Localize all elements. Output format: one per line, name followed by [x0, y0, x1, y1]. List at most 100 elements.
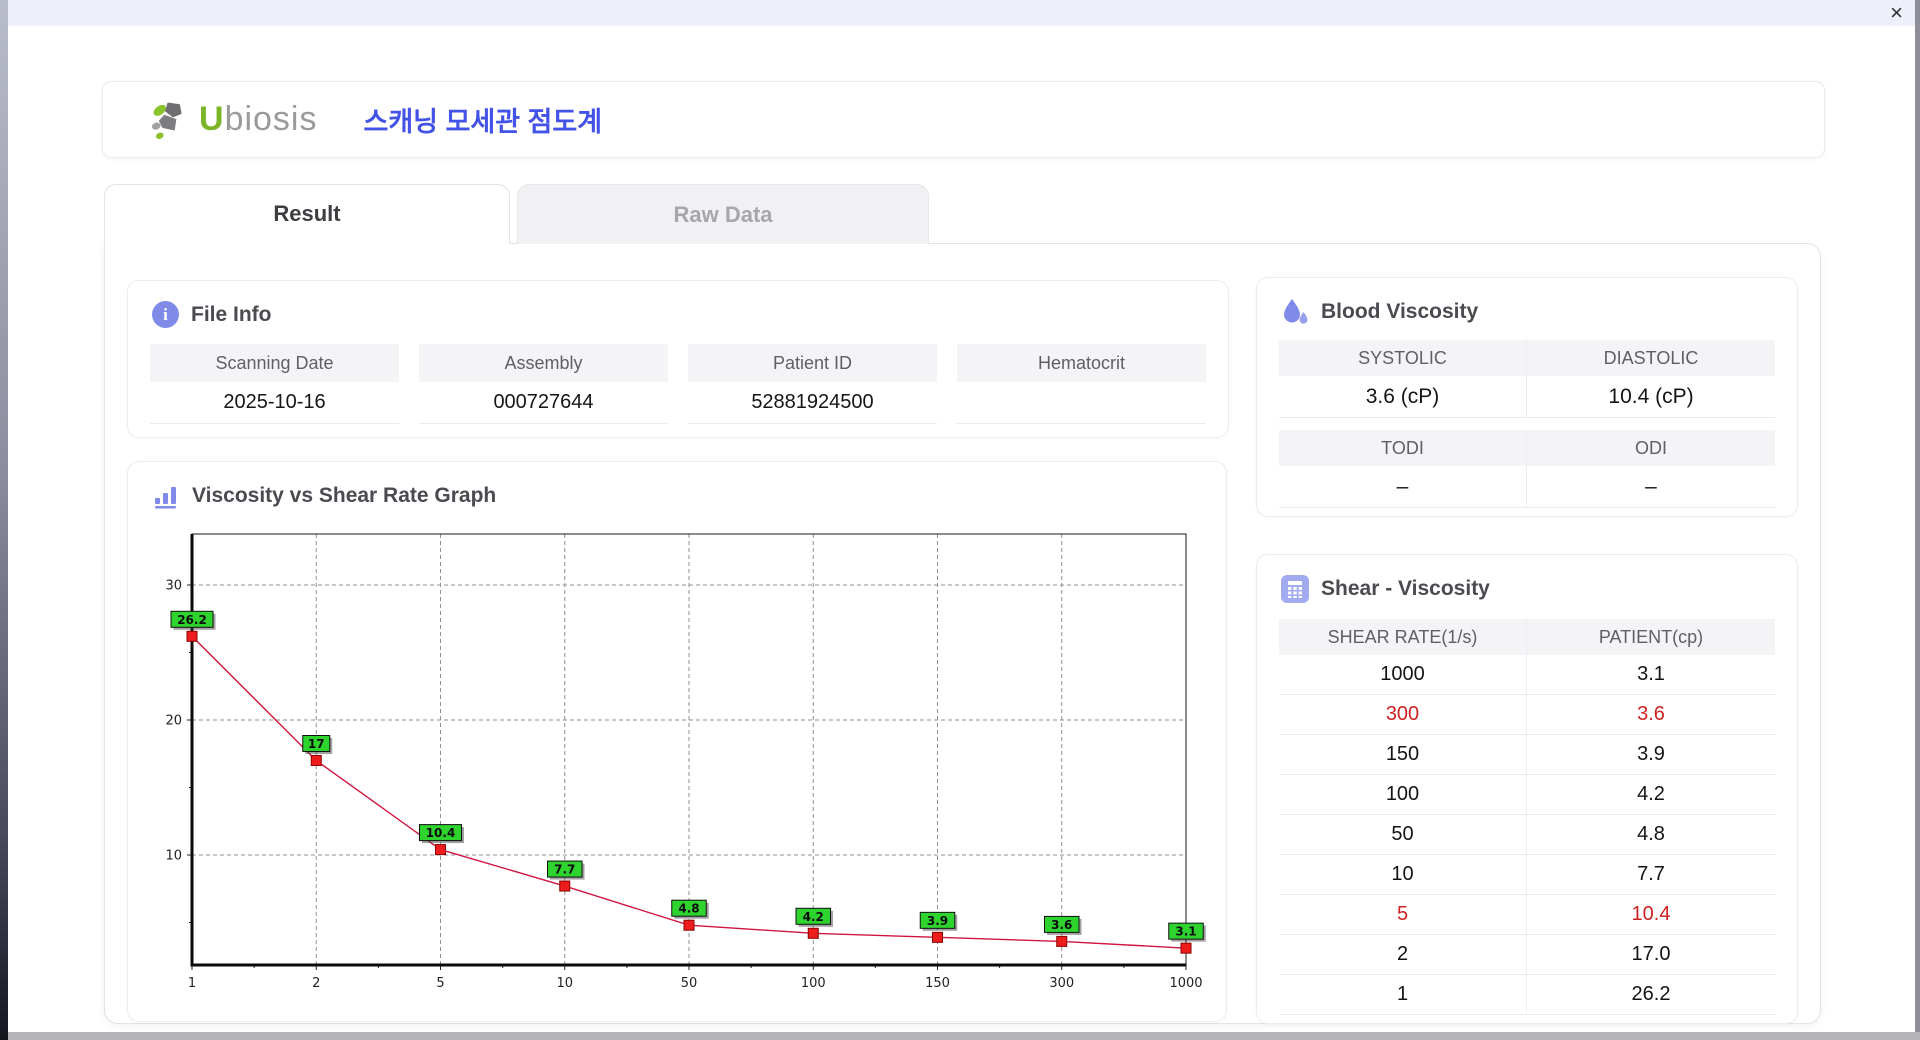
viscosity-chart: 1 2 5 10 50 100 150 300 1000 10 20 30 26.2 17 10.4 7.7 4… [165, 533, 1206, 991]
svg-text:30: 30 [165, 579, 182, 594]
svg-text:10: 10 [556, 976, 573, 991]
field-value: 52881924500 [688, 382, 937, 424]
svg-text:4.8: 4.8 [678, 902, 699, 916]
file-info-title: File Info [191, 302, 272, 326]
patient-cell: 3.6 [1637, 703, 1665, 725]
svg-text:17: 17 [308, 737, 325, 751]
shear-rate-column-header: SHEAR RATE(1/s) [1279, 619, 1527, 655]
brand-logo: Ubiosis [149, 99, 318, 141]
svg-text:3.6: 3.6 [1051, 918, 1072, 932]
shear-viscosity-card: Shear - Viscosity SHEAR RATE(1/s) PATIEN… [1256, 554, 1798, 1024]
graph-title: Viscosity vs Shear Rate Graph [192, 484, 497, 507]
patient-column-header: PATIENT(cp) [1598, 626, 1704, 647]
systolic-label: SYSTOLIC [1279, 340, 1527, 376]
shear-rate-cell: 2 [1279, 935, 1527, 974]
shear-row: 5 10.4 [1279, 895, 1775, 935]
diastolic-value: 10.4 (cP) [1608, 384, 1694, 408]
svg-text:2: 2 [312, 976, 320, 991]
odi-value: – [1645, 474, 1657, 498]
shear-row: 1 26.2 [1279, 975, 1775, 1015]
todi-label: TODI [1279, 430, 1527, 466]
svg-text:26.2: 26.2 [177, 613, 207, 627]
svg-text:1000: 1000 [1169, 976, 1202, 991]
field-label: Patient ID [688, 344, 937, 382]
file-info-field: Hematocrit [957, 344, 1206, 424]
shear-row: 300 3.6 [1279, 695, 1775, 735]
shear-rate-cell: 100 [1279, 775, 1527, 814]
tab-result[interactable]: Result [104, 184, 510, 244]
shear-row: 2 17.0 [1279, 935, 1775, 975]
brand-name: Ubiosis [199, 100, 318, 138]
patient-cell: 4.8 [1637, 823, 1665, 845]
patient-cell: 3.9 [1637, 743, 1665, 765]
shear-rate-cell: 10 [1279, 855, 1527, 894]
field-label: Scanning Date [150, 344, 399, 382]
blood-viscosity-title: Blood Viscosity [1321, 300, 1479, 323]
patient-cell: 3.1 [1637, 663, 1665, 685]
droplet-icon [1284, 299, 1308, 324]
close-icon[interactable]: × [1890, 1, 1903, 25]
window-titlebar: × [8, 0, 1915, 26]
svg-text:10: 10 [165, 849, 182, 864]
field-value: 2025-10-16 [150, 382, 399, 424]
info-icon: i [152, 301, 179, 328]
calculator-icon [1281, 575, 1309, 603]
file-info-field: Patient ID 52881924500 [688, 344, 937, 424]
patient-cell: 26.2 [1631, 983, 1671, 1005]
blood-viscosity-card: Blood Viscosity SYSTOLIC DIASTOLIC 3.6 (… [1256, 277, 1798, 517]
patient-cell: 4.2 [1637, 783, 1665, 805]
file-info-field: Assembly 000727644 [419, 344, 668, 424]
diastolic-label: DIASTOLIC [1603, 347, 1699, 368]
shear-rate-cell: 150 [1279, 735, 1527, 774]
app-title: 스캐닝 모세관 점도계 [363, 107, 603, 137]
svg-text:3.1: 3.1 [1175, 925, 1196, 939]
shear-row: 10 7.7 [1279, 855, 1775, 895]
content-panel: i File Info Scanning Date 2025-10-16 Assem… [104, 243, 1821, 1024]
file-info-fields: Scanning Date 2025-10-16 Assembly 000727644… [150, 344, 1206, 424]
patient-cell: 10.4 [1631, 903, 1671, 925]
window-right-edge [1915, 0, 1920, 1040]
shear-viscosity-table: SHEAR RATE(1/s) PATIENT(cp) 1000 3.1 300 3.… [1279, 619, 1775, 1015]
shear-viscosity-title: Shear - Viscosity [1321, 577, 1490, 600]
leaf-logo-icon [151, 102, 182, 139]
systolic-value: 3.6 (cP) [1279, 376, 1527, 417]
shear-row: 50 4.8 [1279, 815, 1775, 855]
shear-row: 100 4.2 [1279, 775, 1775, 815]
svg-text:20: 20 [165, 714, 182, 729]
shear-row: 1000 3.1 [1279, 655, 1775, 695]
shear-rate-cell: 1000 [1279, 655, 1527, 694]
svg-text:5: 5 [436, 976, 444, 991]
patient-cell: 17.0 [1631, 943, 1671, 965]
shear-rate-cell: 50 [1279, 815, 1527, 854]
bar-chart-icon [155, 487, 176, 509]
shear-table-body: 1000 3.1 300 3.6 150 3.9 100 4.2 50 4.8 10 7.7 5 10.4… [1279, 655, 1775, 1015]
svg-text:150: 150 [925, 976, 950, 991]
odi-label: ODI [1634, 437, 1667, 458]
svg-text:7.7: 7.7 [554, 863, 575, 877]
shear-rate-cell: 300 [1279, 695, 1527, 734]
field-value: 000727644 [419, 382, 668, 424]
file-info-field: Scanning Date 2025-10-16 [150, 344, 399, 424]
field-label: Assembly [419, 344, 668, 382]
svg-text:100: 100 [801, 976, 826, 991]
blood-viscosity-table: SYSTOLIC DIASTOLIC 3.6 (cP) 10.4 (cP) TO… [1279, 340, 1775, 508]
graph-card: Viscosity vs Shear Rate Graph 1 2 5 10 50 100… [127, 461, 1227, 1022]
field-label: Hematocrit [957, 344, 1206, 382]
window-left-edge [0, 0, 8, 1040]
shear-rate-cell: 1 [1279, 975, 1527, 1014]
svg-text:50: 50 [681, 976, 698, 991]
field-value [957, 382, 1206, 424]
tab-bar: Result Raw Data [104, 184, 929, 244]
header-card: Ubiosis 스캐닝 모세관 점도계 [102, 81, 1825, 158]
tab-raw-data[interactable]: Raw Data [517, 184, 929, 244]
patient-cell: 7.7 [1637, 863, 1665, 885]
window-bottom-edge [8, 1032, 1920, 1040]
todi-value: – [1279, 466, 1527, 507]
file-info-card: i File Info Scanning Date 2025-10-16 Assem… [127, 280, 1229, 438]
svg-text:4.2: 4.2 [803, 910, 824, 924]
shear-rate-cell: 5 [1279, 895, 1527, 934]
svg-text:1: 1 [188, 976, 196, 991]
svg-text:300: 300 [1049, 976, 1074, 991]
svg-text:10.4: 10.4 [426, 826, 456, 840]
shear-row: 150 3.9 [1279, 735, 1775, 775]
